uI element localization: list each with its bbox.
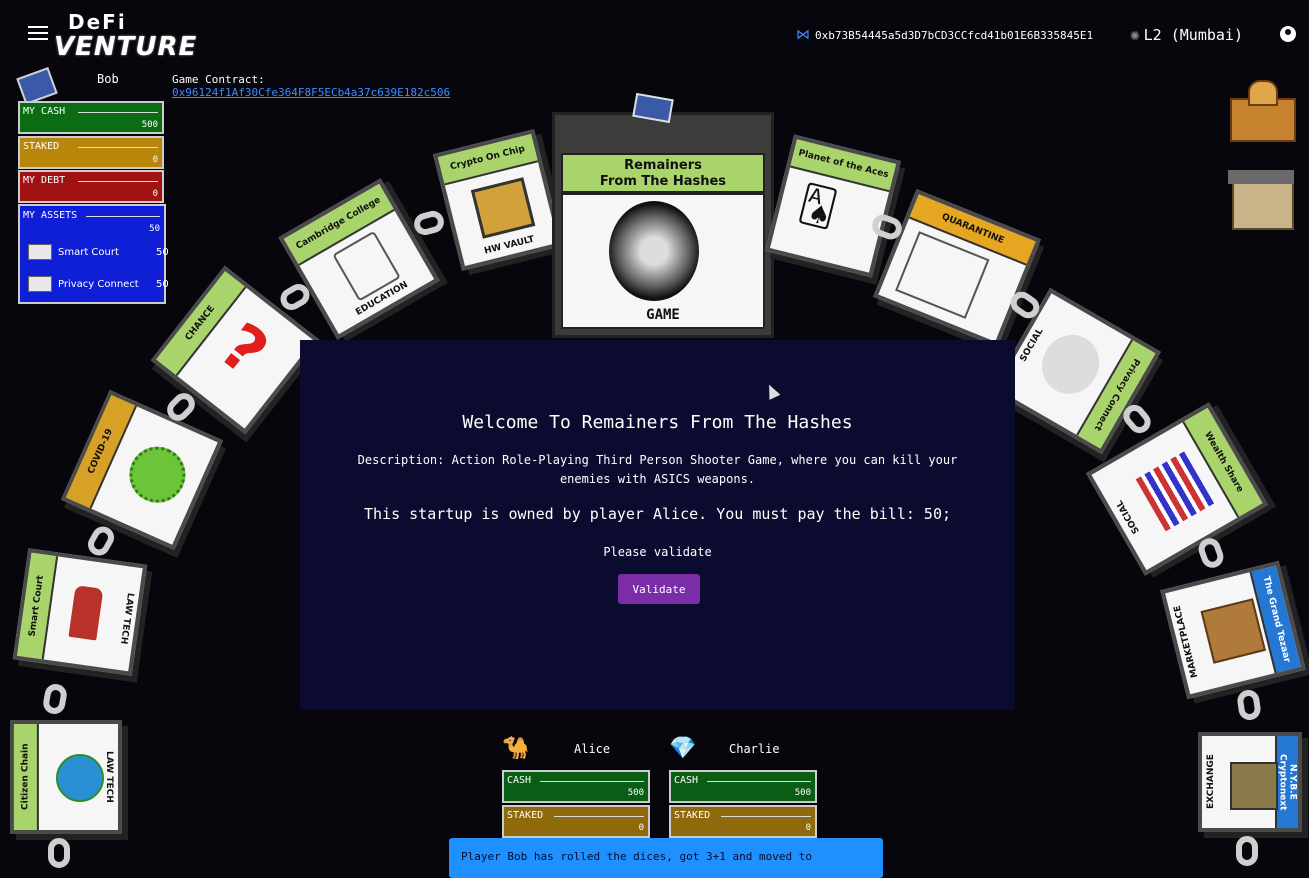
chain-link bbox=[48, 838, 70, 868]
my-debt-value: 0 bbox=[152, 189, 158, 199]
my-cash-value: 500 bbox=[141, 120, 158, 130]
robot-icon bbox=[609, 201, 699, 301]
my-debt-label: MY DEBT bbox=[23, 175, 66, 186]
player-name: Bob bbox=[97, 72, 119, 86]
current-tile: Remainers From The Hashes GAME bbox=[552, 112, 774, 338]
my-cash-label: MY CASH bbox=[23, 106, 66, 117]
menu-icon[interactable] bbox=[28, 26, 48, 42]
logo-defi: DeFi bbox=[68, 10, 127, 34]
virus-icon bbox=[120, 437, 195, 512]
ownership-message: This startup is owned by player Alice. Y… bbox=[364, 505, 951, 523]
tile-quarantine[interactable]: QUARANTINE bbox=[873, 189, 1041, 347]
asset-item[interactable]: Privacy Connect 50 bbox=[28, 276, 169, 292]
staked-box: STAKED 0 bbox=[18, 136, 164, 169]
wallet-address[interactable]: ⋈ 0xb73B54445a5d3D7bCD3CCfcd41b01E6B3358… bbox=[796, 27, 1093, 43]
bank-building-icon[interactable] bbox=[1226, 166, 1296, 230]
chain-link bbox=[1236, 836, 1258, 866]
account-icon[interactable] bbox=[1280, 26, 1296, 42]
staked-label: STAKED bbox=[23, 141, 60, 152]
cards-icon: 🂡 bbox=[794, 182, 841, 232]
notification-toast[interactable]: Player Bob has rolled the dices, got 3+1… bbox=[449, 838, 883, 878]
my-assets-label: MY ASSETS bbox=[23, 210, 78, 221]
my-assets-value: 50 bbox=[149, 224, 160, 234]
game-contract-label: Game Contract: bbox=[172, 73, 265, 86]
dialog-description: Description: Action Role-Playing Third P… bbox=[357, 453, 958, 486]
toast-message: Player Bob has rolled the dices, got 3+1… bbox=[461, 850, 812, 863]
judge-icon bbox=[68, 585, 104, 641]
my-cash-box: MY CASH 500 bbox=[18, 101, 164, 134]
network-selector[interactable]: ✺ L2 (Mumbai) bbox=[1130, 25, 1243, 44]
opponent-cash-box: CASH 500 bbox=[669, 770, 817, 803]
my-assets-box: MY ASSETS 50 Smart Court 50 Privacy Conn… bbox=[18, 204, 169, 304]
wallet-address-text: 0xb73B54445a5d3D7bCD3CCfcd41b01E6B335845… bbox=[815, 28, 1094, 42]
market-icon bbox=[1200, 598, 1266, 664]
tile-planet-of-the-aces[interactable]: Planet of the Aces 🂡 bbox=[765, 134, 901, 278]
logo-venture: VENTURE bbox=[54, 32, 198, 62]
staked-value: 0 bbox=[152, 155, 158, 165]
my-debt-box: MY DEBT 0 bbox=[18, 170, 164, 203]
diamond-icon: 💎 bbox=[669, 736, 697, 761]
chain-link bbox=[83, 522, 119, 560]
tile-cambridge-college[interactable]: Cambridge College EDUCATION bbox=[278, 178, 440, 340]
dialog-title: Welcome To Remainers From The Hashes bbox=[462, 412, 853, 433]
globe-icon bbox=[56, 754, 104, 802]
tile-nybe-cryptonext[interactable]: N.Y.B.E Cryptonext EXCHANGE bbox=[1198, 732, 1302, 832]
asset-card-icon bbox=[28, 244, 52, 260]
current-tile-face: GAME bbox=[561, 193, 765, 329]
castle-building-icon[interactable] bbox=[1226, 76, 1296, 142]
person-icon bbox=[1031, 324, 1110, 405]
logo: DeFi VENTURE bbox=[54, 10, 196, 62]
validate-prompt: Please validate bbox=[603, 545, 712, 559]
bifrost-icon: ⋈ bbox=[796, 27, 810, 43]
tile-grand-tezaar[interactable]: The Grand Tezaar MARKETPLACE bbox=[1160, 560, 1306, 700]
chip-icon bbox=[470, 177, 536, 239]
validate-button[interactable]: Validate bbox=[618, 574, 700, 604]
current-tile-title: Remainers From The Hashes bbox=[561, 153, 765, 193]
camel-icon: 🐪 bbox=[502, 736, 530, 761]
tile-citizen-chain[interactable]: Citizen Chain LAW TECH bbox=[10, 720, 122, 834]
opponent-cash-box: CASH 500 bbox=[502, 770, 650, 803]
network-label: L2 (Mumbai) bbox=[1143, 25, 1243, 44]
game-contract-link[interactable]: 0x96124f1Af30Cfe364F8F5ECb4a37c639E182c5… bbox=[172, 86, 450, 99]
opponent-staked-box: STAKED 0 bbox=[669, 805, 817, 838]
exchange-building-icon bbox=[1230, 762, 1278, 810]
people-icon bbox=[1135, 451, 1215, 532]
opponent-name: Alice bbox=[574, 742, 611, 756]
tile-crypto-on-chip[interactable]: Crypto On Chip HW VAULT bbox=[433, 129, 563, 271]
asset-item[interactable]: Smart Court 50 bbox=[28, 244, 169, 260]
tile-covid[interactable]: COVID-19 bbox=[60, 389, 224, 551]
chain-link bbox=[41, 682, 69, 716]
gear-icon: ✺ bbox=[1130, 25, 1140, 44]
opponent-staked-box: STAKED 0 bbox=[502, 805, 650, 838]
player-chip-icon bbox=[16, 67, 58, 105]
chain-link bbox=[1236, 688, 1262, 722]
chain-link bbox=[411, 208, 447, 238]
game-contract: Game Contract: 0x96124f1Af30Cfe364F8F5EC… bbox=[172, 73, 450, 99]
asset-card-icon bbox=[28, 276, 52, 292]
tile-smart-court[interactable]: Smart Court LAW TECH bbox=[12, 548, 148, 676]
opponent-name: Charlie bbox=[729, 742, 780, 756]
tile-dialog: Welcome To Remainers From The Hashes Des… bbox=[300, 340, 1015, 710]
